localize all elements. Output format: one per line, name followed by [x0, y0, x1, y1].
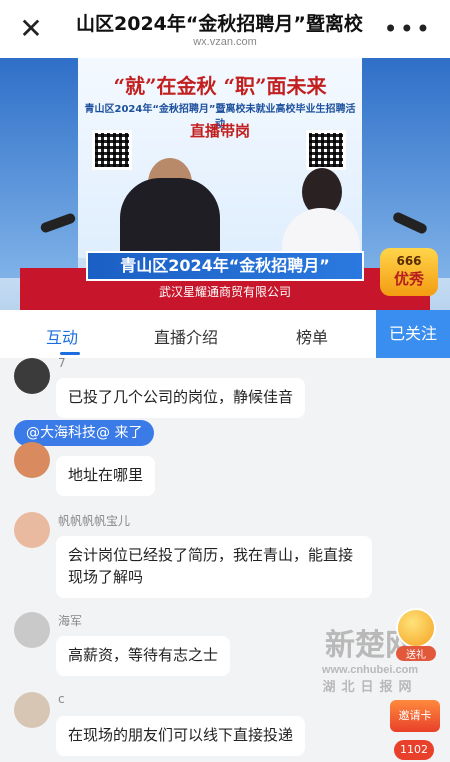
- more-icon[interactable]: •••: [384, 15, 432, 43]
- chat-list[interactable]: 7 已投了几个公司的岗位，静候佳音 @大海科技@ 来了 地址在哪里 帆帆帆帆宝儿…: [0, 356, 450, 762]
- chat-bubble: 高薪资，等待有志之士: [56, 636, 231, 676]
- tab-interaction[interactable]: 互动: [46, 324, 78, 348]
- tab-live-intro[interactable]: 直播介绍: [154, 324, 218, 348]
- page-title: 山区2024年“金秋招聘月”暨离校: [76, 13, 363, 35]
- tab-ranking[interactable]: 榜单: [296, 324, 328, 348]
- chat-bubble: 会计岗位已经投了简历，我在青山，能直接 现场了解吗: [56, 536, 372, 598]
- chat-username: 海军: [58, 614, 83, 628]
- top-bar: ✕ 山区2024年“金秋招聘月”暨离校 wx.vzan.com •••: [0, 0, 450, 58]
- invite-card-button[interactable]: 邀请卡: [390, 700, 440, 732]
- video-caption-main: 青山区2024年“金秋招聘月”: [86, 251, 364, 281]
- award-badge: 666 优秀: [380, 248, 438, 296]
- avatar[interactable]: [14, 358, 50, 394]
- qr-code-icon: [306, 130, 346, 170]
- video-slogan: “就”在金秋 “职”面未来: [113, 74, 327, 98]
- page-url: wx.vzan.com: [193, 36, 257, 48]
- gift-label[interactable]: 送礼: [396, 646, 436, 661]
- gift-icon[interactable]: [396, 608, 436, 648]
- avatar[interactable]: [14, 692, 50, 728]
- chat-bubble: 地址在哪里: [56, 456, 156, 496]
- chat-username: c: [58, 692, 65, 706]
- qr-code-icon: [92, 130, 132, 170]
- chat-bubble: 在现场的朋友们可以线下直接投递: [56, 716, 306, 756]
- avatar[interactable]: [14, 442, 50, 478]
- watermark-url: www.cnhubei.com: [321, 664, 419, 676]
- watermark-subtitle: 湖北日报网: [322, 680, 418, 695]
- right-banner: [362, 58, 450, 278]
- tab-bar: 互动 直播介绍 榜单 已关注: [0, 310, 450, 358]
- left-banner: [0, 58, 78, 278]
- chat-username: 帆帆帆帆宝儿: [58, 514, 131, 528]
- like-count-badge[interactable]: 1102: [394, 740, 434, 760]
- tab-active-indicator: [60, 352, 80, 355]
- badge-number: 666: [396, 254, 422, 268]
- follow-button[interactable]: 已关注: [376, 310, 450, 358]
- chat-bubble: 已投了几个公司的岗位，静候佳音: [56, 378, 306, 418]
- avatar[interactable]: [14, 512, 50, 548]
- video-caption-company: 武汉星耀通商贸有限公司: [86, 281, 364, 303]
- close-icon[interactable]: ✕: [16, 14, 46, 44]
- badge-label: 优秀: [393, 270, 424, 288]
- avatar[interactable]: [14, 612, 50, 648]
- live-video[interactable]: “就”在金秋 “职”面未来 青山区2024年“金秋招聘月”暨离校未就业高校毕业生…: [0, 58, 450, 310]
- chat-username: 7: [58, 356, 66, 370]
